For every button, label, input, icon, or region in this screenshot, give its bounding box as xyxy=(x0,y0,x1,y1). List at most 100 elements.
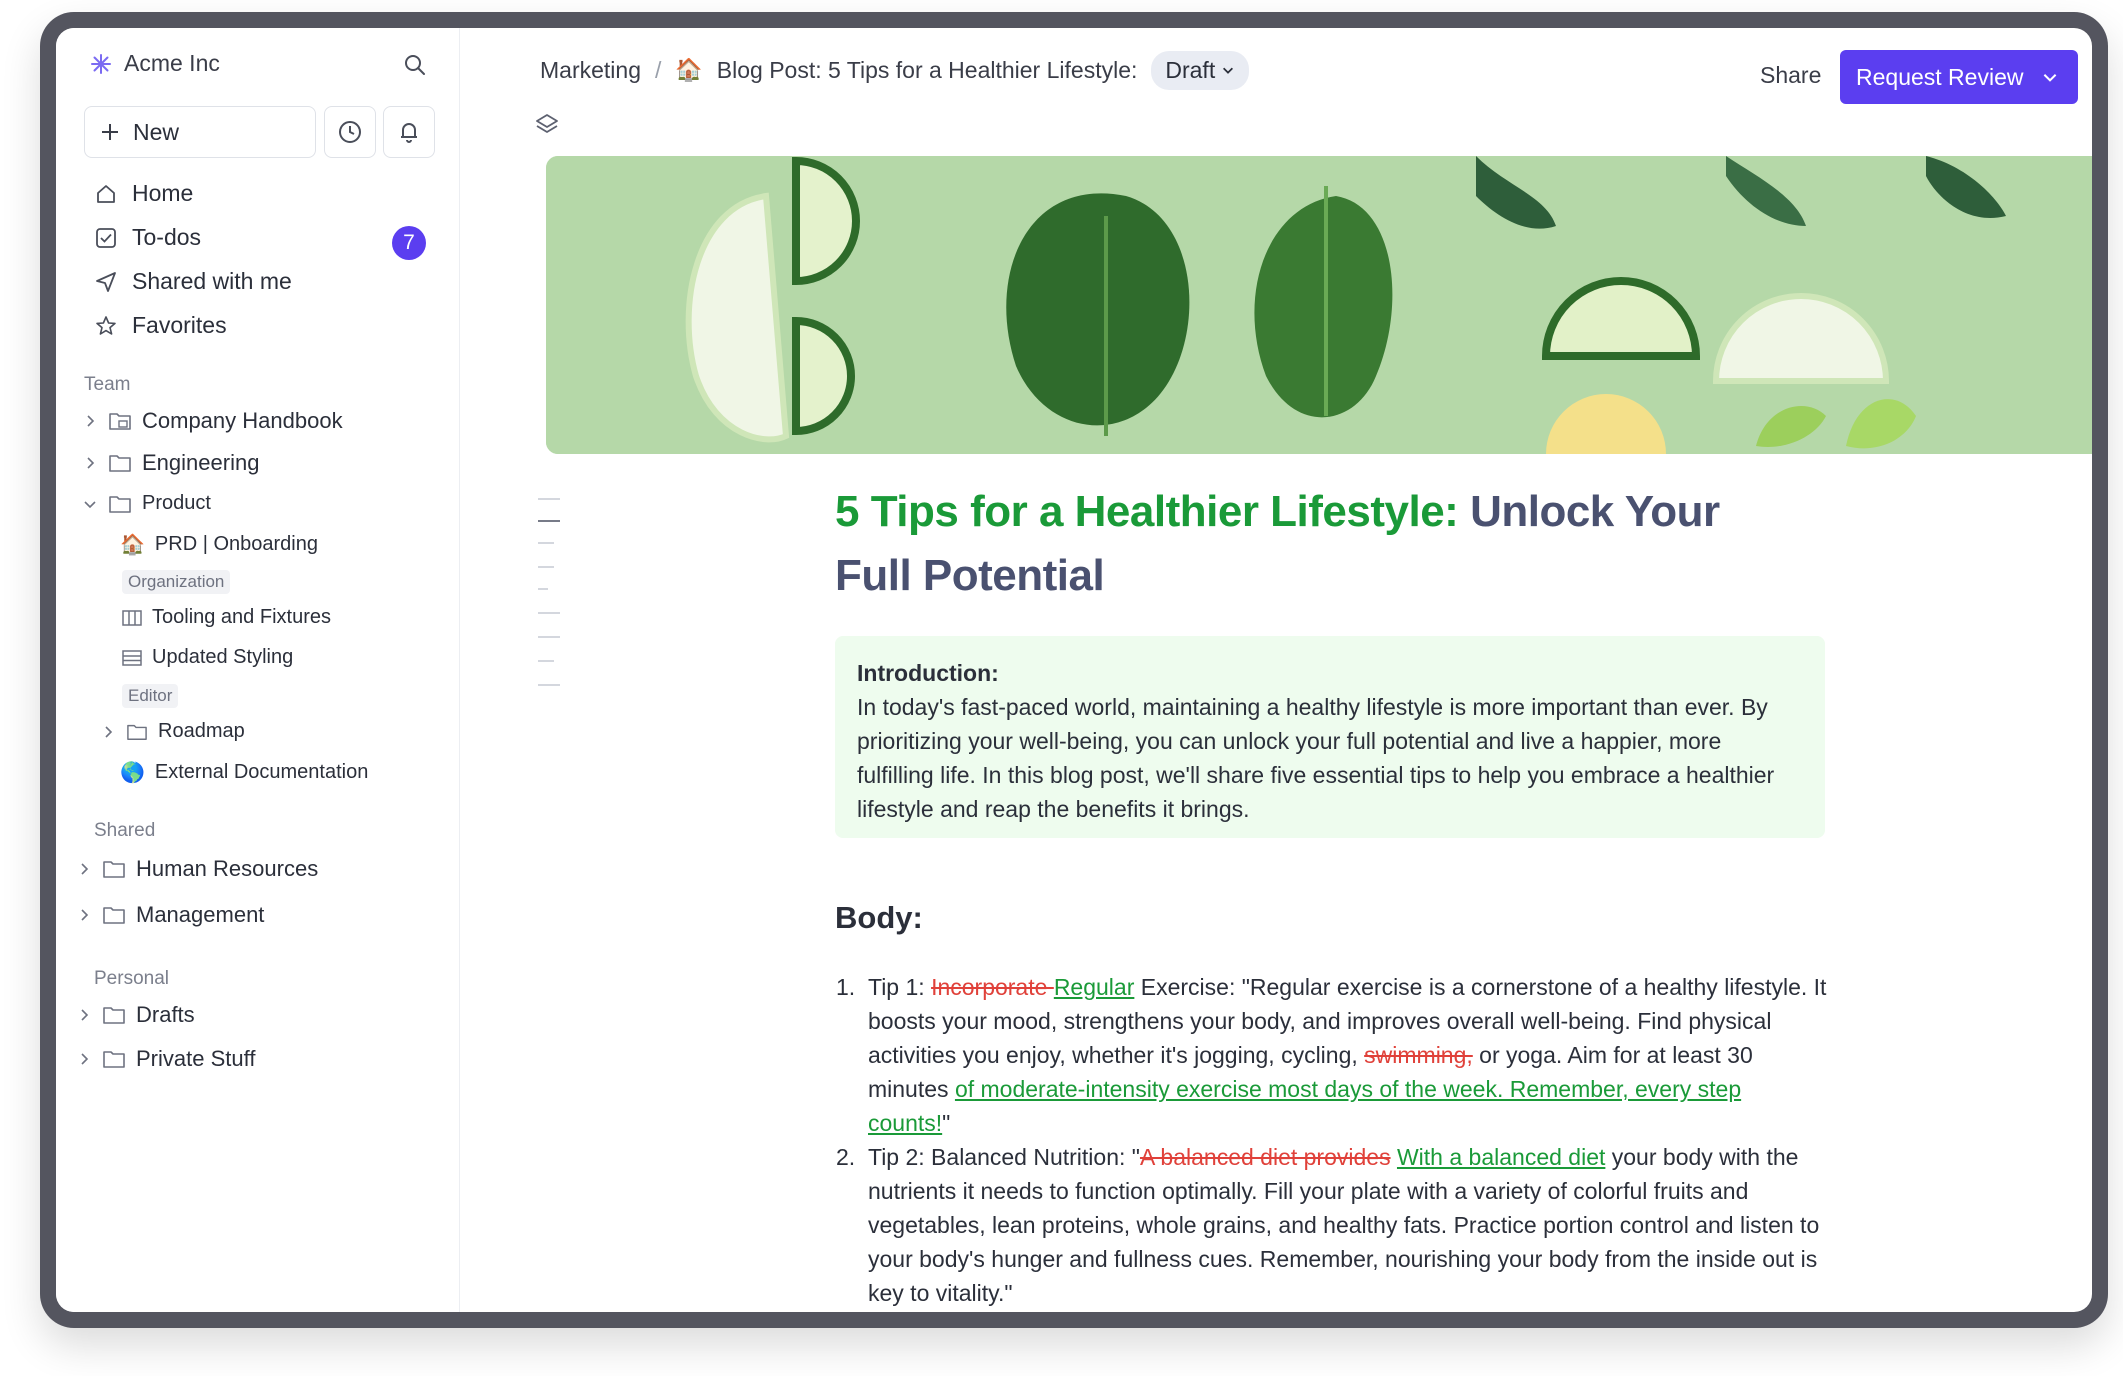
tree-engineering-label: Engineering xyxy=(142,450,260,475)
chevron-right-icon xyxy=(87,457,95,469)
list-number: 2. xyxy=(836,1144,856,1170)
folder-icon xyxy=(103,1051,125,1068)
chevron-down-icon xyxy=(84,500,96,508)
tree-updated-styling[interactable]: Updated Styling xyxy=(122,646,293,669)
chevron-right-icon xyxy=(81,863,89,875)
new-button[interactable]: New xyxy=(84,106,316,158)
notifications-button[interactable] xyxy=(383,106,435,158)
plus-icon xyxy=(102,124,118,140)
house-emoji-icon: 🏠 xyxy=(675,57,703,82)
article-title[interactable]: 5 Tips for a Healthier Lifestyle: Unlock… xyxy=(835,480,1735,608)
folder-icon xyxy=(103,907,125,924)
tree-drafts[interactable]: Drafts xyxy=(76,1002,195,1028)
tree-company-handbook[interactable]: Company Handbook xyxy=(82,408,343,434)
outline-marker[interactable] xyxy=(538,636,560,638)
folder-icon xyxy=(109,495,131,513)
tree-human-resources-label: Human Resources xyxy=(136,856,319,881)
inserted-text: Regular xyxy=(1053,974,1135,1000)
deleted-text: swimming, xyxy=(1364,1042,1473,1068)
chevron-right-icon xyxy=(81,909,89,921)
inserted-text: With a balanced diet xyxy=(1396,1144,1606,1170)
globe-emoji-icon: 🌎 xyxy=(120,762,145,784)
breadcrumb: Marketing / 🏠 Blog Post: 5 Tips for a He… xyxy=(540,48,1250,92)
nav-todos-label: To-dos xyxy=(132,224,202,250)
tree-prd-onboarding-label: PRD | Onboarding xyxy=(154,533,318,555)
editor-tag: Editor xyxy=(122,684,179,708)
tree-external-docs[interactable]: 🌎 External Documentation xyxy=(120,760,368,785)
tip-text: Tip 1: xyxy=(868,974,932,1000)
folder-icon xyxy=(103,1007,125,1024)
board-icon xyxy=(122,609,142,626)
deleted-text: A balanced diet provides xyxy=(1139,1144,1391,1170)
folder-icon xyxy=(103,861,125,878)
nav-favorites-label: Favorites xyxy=(132,312,227,338)
outline-marker[interactable] xyxy=(538,588,548,590)
tree-roadmap-label: Roadmap xyxy=(158,720,245,742)
outline-marker[interactable] xyxy=(538,684,560,686)
breadcrumb-doc-title[interactable]: Blog Post: 5 Tips for a Healthier Lifest… xyxy=(717,57,1138,84)
share-button[interactable]: Share xyxy=(1760,62,1821,89)
status-dropdown[interactable]: Draft xyxy=(1151,50,1250,90)
tree-human-resources[interactable]: Human Resources xyxy=(76,856,318,882)
checkbox-icon xyxy=(96,227,116,248)
list-item[interactable]: 1. Tip 1: Incorporate Regular Exercise: … xyxy=(836,970,1828,1140)
tree-company-handbook-label: Company Handbook xyxy=(142,408,343,433)
tree-private-stuff-label: Private Stuff xyxy=(136,1046,256,1071)
new-button-label: New xyxy=(133,118,180,145)
tree-management[interactable]: Management xyxy=(76,902,264,928)
request-review-label: Request Review xyxy=(1856,63,2024,90)
body-heading: Body: xyxy=(835,900,923,935)
list-item[interactable]: 2. Tip 2: Balanced Nutrition: "A balance… xyxy=(836,1140,1828,1310)
deleted-text: Incorporate xyxy=(931,974,1054,1000)
house-emoji-icon: 🏠 xyxy=(120,534,145,556)
folder-icon xyxy=(127,724,147,740)
breadcrumb-separator: / xyxy=(654,56,662,83)
clock-icon xyxy=(339,121,361,143)
tree-tooling[interactable]: Tooling and Fixtures xyxy=(122,606,331,629)
tree-drafts-label: Drafts xyxy=(136,1002,195,1027)
tips-list[interactable]: 1. Tip 1: Incorporate Regular Exercise: … xyxy=(836,970,1828,1310)
search-icon[interactable] xyxy=(402,52,428,78)
status-label: Draft xyxy=(1165,56,1216,83)
shared-section-label: Shared xyxy=(94,820,156,841)
tree-private-stuff[interactable]: Private Stuff xyxy=(76,1046,255,1072)
table-icon xyxy=(122,649,142,666)
folder-icon xyxy=(109,413,131,430)
chevron-down-icon[interactable] xyxy=(2041,68,2059,86)
request-review-button[interactable]: Request Review xyxy=(1840,50,2078,104)
outline-marker[interactable] xyxy=(538,498,560,500)
introduction-callout[interactable]: Introduction: In today's fast-paced worl… xyxy=(835,636,1825,838)
introduction-text: In today's fast-paced world, maintaining… xyxy=(857,694,1775,822)
list-number: 1. xyxy=(836,974,856,1000)
article-title-highlight: 5 Tips for a Healthier Lifestyle: xyxy=(835,487,1459,536)
history-button[interactable] xyxy=(324,106,376,158)
tree-product[interactable]: Product xyxy=(82,492,211,515)
vegetables-illustration xyxy=(546,156,2092,454)
tip-text: " xyxy=(942,1110,951,1136)
tree-product-label: Product xyxy=(142,492,211,514)
outline-marker[interactable] xyxy=(538,660,554,662)
organization-tag: Organization xyxy=(122,570,231,594)
nav-shared-with-me[interactable]: Shared with me xyxy=(94,268,292,295)
tree-engineering[interactable]: Engineering xyxy=(82,450,259,476)
breadcrumb-marketing[interactable]: Marketing xyxy=(540,57,641,84)
tree-roadmap[interactable]: Roadmap xyxy=(100,720,245,743)
chevron-down-icon xyxy=(1223,67,1234,74)
nav-favorites[interactable]: Favorites xyxy=(94,312,227,339)
tree-tooling-label: Tooling and Fixtures xyxy=(152,606,331,628)
workspace-switcher[interactable]: Acme Inc xyxy=(90,50,220,77)
nav-todos[interactable]: To-dos xyxy=(94,224,201,251)
workspace-name: Acme Inc xyxy=(124,50,220,76)
outline-marker[interactable] xyxy=(538,566,554,568)
nav-home[interactable]: Home xyxy=(94,180,193,207)
team-section-label: Team xyxy=(84,374,131,395)
cover-image xyxy=(546,156,2092,454)
tree-management-label: Management xyxy=(136,902,265,927)
outline-marker[interactable] xyxy=(538,520,560,522)
personal-section-label: Personal xyxy=(94,968,169,989)
outline-marker[interactable] xyxy=(538,542,554,544)
outline-marker[interactable] xyxy=(538,612,560,614)
tree-prd-onboarding[interactable]: 🏠 PRD | Onboarding xyxy=(120,532,318,557)
tree-external-docs-label: External Documentation xyxy=(154,761,369,783)
layers-icon[interactable] xyxy=(534,112,560,138)
